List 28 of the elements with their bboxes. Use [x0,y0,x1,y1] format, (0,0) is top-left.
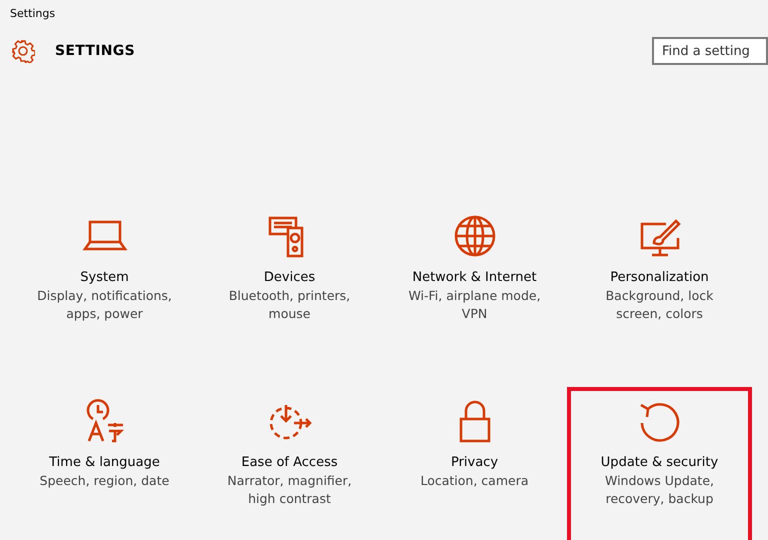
highlighted-category-tile[interactable]: Update & security Windows Update, recovery, backup [567,387,752,540]
category-title: Network & Internet [412,269,537,287]
category-description: Background, lock screen, colors [604,287,714,323]
category-title: Privacy [450,454,498,472]
category-description: Bluetooth, printers, mouse [228,287,352,323]
search-field[interactable]: Find a setting [652,37,768,65]
category-description: Display, notifications, apps, power [36,287,173,323]
category-tile[interactable]: Time & language Speech, region, date [12,387,197,540]
page-title: SETTINGS [55,43,135,59]
category-title: System [80,269,129,287]
category-title: Ease of Access [241,454,338,472]
category-tile[interactable]: Personalization Background, lock screen, colors [567,202,752,387]
category-title: Devices [264,269,316,287]
category-description: Speech, region, date [40,472,170,490]
category-title: Personalization [610,269,709,287]
category-tile[interactable]: Devices Bluetooth, printers, mouse [197,202,382,387]
category-tile[interactable]: Privacy Location, camera [382,387,567,540]
category-description: Windows Update, recovery, backup [604,472,715,508]
category-tile[interactable]: Ease of Access Narrator, magnifier, high contrast [197,387,382,540]
category-tile[interactable]: Network & Internet Wi-Fi, airplane mode, VPN [382,202,567,387]
category-tile[interactable]: System Display, notifications, apps, power [12,202,197,387]
category-description: Narrator, magnifier, high contrast [226,472,353,508]
category-description: Location, camera [420,472,528,490]
category-description: Wi-Fi, airplane mode, VPN [407,287,542,323]
category-title: Time & language [49,454,160,472]
category-title: Update & security [600,454,718,472]
window-title: Settings [10,7,56,20]
settings-icon [11,39,35,63]
